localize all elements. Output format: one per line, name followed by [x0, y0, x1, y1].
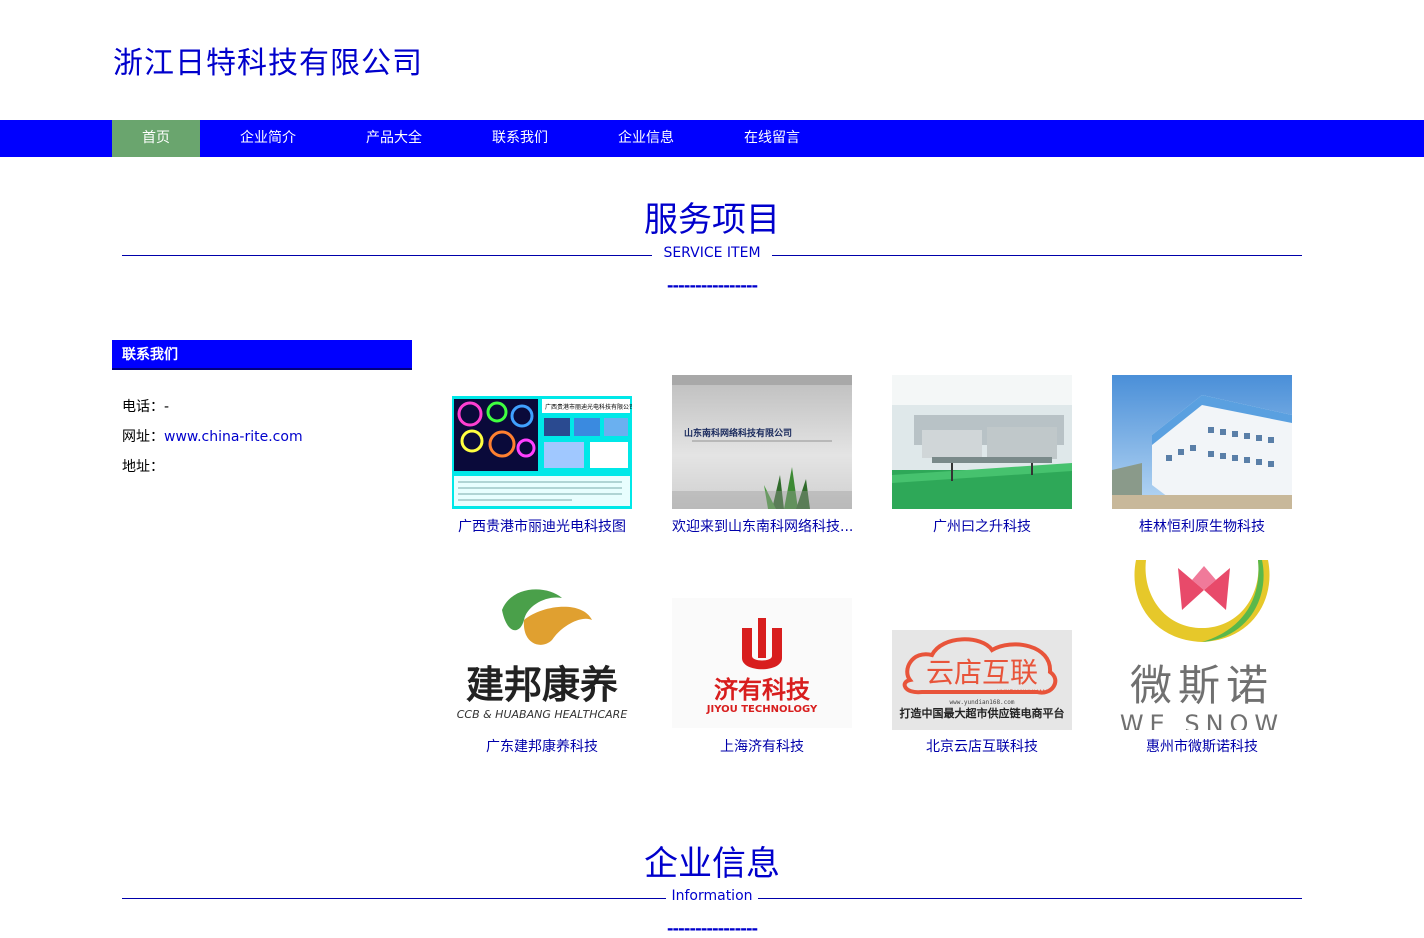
product-image-text: 济有科技: [714, 676, 811, 704]
product-image[interactable]: 山东南科网络科技有限公司: [672, 375, 852, 509]
product-image[interactable]: 微斯诺 WE SNOW: [1112, 560, 1292, 730]
nav-item-products[interactable]: 产品大全: [348, 120, 440, 157]
contact-address-row: 地址：: [122, 456, 164, 476]
contact-web-label: 网址：: [122, 429, 164, 445]
product-caption[interactable]: 广东建邦康养科技: [452, 736, 632, 756]
product-image[interactable]: [1112, 375, 1292, 509]
product-image-text: 云店互联: [926, 656, 1038, 689]
product-image[interactable]: [892, 375, 1072, 509]
product-image-text: 建邦康养: [466, 663, 618, 707]
nav-item-about[interactable]: 企业简介: [222, 120, 314, 157]
nav-item-contact[interactable]: 联系我们: [474, 120, 566, 157]
nav-item-message[interactable]: 在线留言: [726, 120, 818, 157]
product-image-text: 山东南科网络科技有限公司: [684, 427, 792, 439]
contact-heading: 联系我们: [112, 340, 412, 370]
contact-address-label: 地址：: [122, 459, 164, 475]
service-section-dash: ----------------: [666, 276, 758, 295]
info-section-subtitle: Information: [671, 888, 753, 904]
product-image-text: 微斯诺: [1130, 661, 1274, 710]
contact-phone-row: 电话：-: [122, 396, 169, 416]
product-image-sub2: www.yundian168.com: [949, 699, 1014, 706]
nav-item-info[interactable]: 企业信息: [600, 120, 692, 157]
product-caption[interactable]: 上海济有科技: [672, 736, 852, 756]
product-image-sub: JIYOU TECHNOLOGY: [706, 704, 818, 715]
product-image-sub: CCB & HUABANG HEALTHCARE: [457, 708, 628, 721]
service-section-subtitle: SERVICE ITEM: [663, 245, 761, 261]
contact-web-row: 网址：www.china-rite.com: [122, 426, 303, 446]
product-image[interactable]: 建邦康养 CCB & HUABANG HEALTHCARE: [452, 580, 632, 730]
service-section-title: 服务项目: [644, 200, 780, 240]
product-caption[interactable]: 北京云店互联科技: [892, 736, 1072, 756]
info-section-title: 企业信息: [644, 844, 780, 884]
product-caption[interactable]: 惠州市微斯诺科技: [1112, 736, 1292, 756]
info-section-dash: ----------------: [666, 919, 758, 938]
product-image[interactable]: 济有科技 JIYOU TECHNOLOGY: [672, 598, 852, 728]
main-nav: 首页 企业简介 产品大全 联系我们 企业信息 在线留言: [0, 120, 1424, 157]
product-image-sub: YUNDIANHULIAN: [996, 689, 1047, 696]
product-caption[interactable]: 欢迎来到山东南科网络科技...: [672, 516, 852, 536]
nav-item-home[interactable]: 首页: [112, 120, 200, 157]
product-image-text: 广西贵港市丽迪光电科技有限公司: [545, 403, 632, 411]
product-image[interactable]: 广西贵港市丽迪光电科技有限公司: [452, 396, 632, 509]
product-caption[interactable]: 广州曰之升科技: [892, 516, 1072, 536]
product-caption[interactable]: 广西贵港市丽迪光电科技图: [452, 516, 632, 536]
product-image-sub: WE SNOW: [1120, 710, 1284, 730]
contact-phone-value: -: [164, 399, 170, 415]
product-image[interactable]: 云店互联 YUNDIANHULIAN www.yundian168.com 打造…: [892, 630, 1072, 730]
contact-phone-label: 电话：: [122, 399, 164, 415]
contact-web-link[interactable]: www.china-rite.com: [164, 429, 303, 445]
product-image-slogan: 打造中国最大超市供应链电商平台: [900, 706, 1065, 720]
product-caption[interactable]: 桂林恒利原生物科技: [1112, 516, 1292, 536]
site-logo-title[interactable]: 浙江日特科技有限公司: [113, 38, 423, 82]
